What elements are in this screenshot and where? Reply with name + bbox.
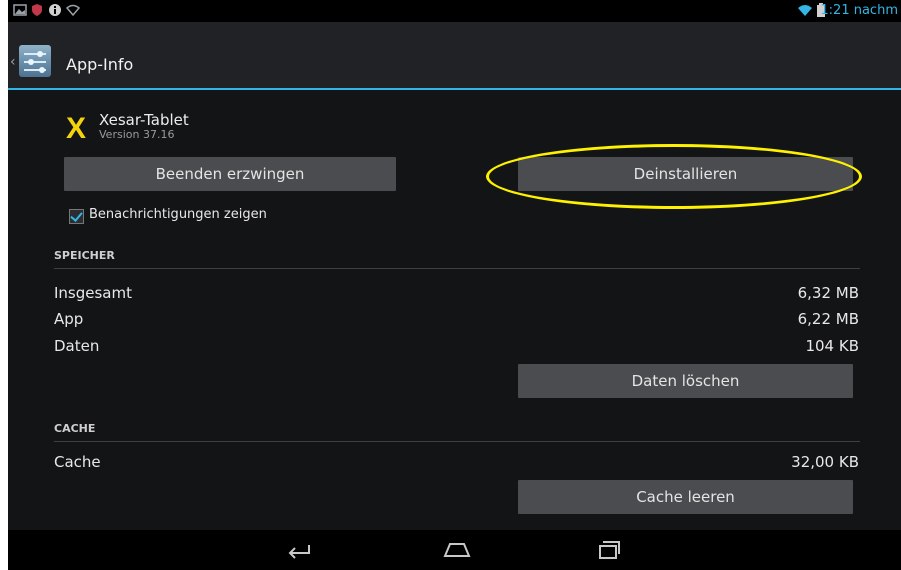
app-icon: X	[66, 112, 87, 145]
info-notification-icon	[49, 4, 61, 16]
status-bar: 1:21 nachm	[8, 0, 901, 22]
storage-app-label: App	[54, 310, 84, 328]
back-nav-icon[interactable]	[287, 541, 313, 559]
back-chevron-icon[interactable]: ‹	[10, 54, 16, 70]
clear-data-button[interactable]: Daten löschen	[518, 364, 853, 398]
wifi-signal-icon	[798, 5, 812, 16]
storage-app-value: 6,22 MB	[797, 310, 859, 328]
action-bar: ‹ App-Info	[8, 22, 901, 90]
notifications-label: Benachrichtigungen zeigen	[89, 207, 267, 222]
storage-section-header: SPEICHER	[54, 249, 115, 262]
cache-value: 32,00 KB	[791, 453, 859, 471]
recent-apps-nav-icon[interactable]	[596, 539, 622, 561]
storage-divider	[54, 268, 860, 269]
force-stop-button[interactable]: Beenden erzwingen	[64, 157, 396, 191]
cache-section-header: CACHE	[54, 422, 96, 435]
app-name: Xesar-Tablet	[99, 111, 189, 129]
android-screen: 1:21 nachm ‹ App-Info X Xesar-Tablet Ver…	[8, 0, 901, 570]
wifi-question-icon	[66, 4, 80, 17]
settings-sliders-icon[interactable]	[19, 45, 51, 77]
clear-cache-button[interactable]: Cache leeren	[518, 480, 853, 514]
storage-total-label: Insgesamt	[54, 284, 132, 302]
notifications-checkbox[interactable]	[69, 209, 84, 224]
cache-divider	[54, 441, 860, 442]
cache-label: Cache	[54, 453, 101, 471]
app-version: Version 37.16	[99, 128, 175, 141]
storage-total-value: 6,32 MB	[797, 284, 859, 302]
storage-data-value: 104 KB	[805, 337, 859, 355]
home-nav-icon[interactable]	[442, 541, 472, 559]
navigation-bar	[8, 530, 901, 570]
status-time: 1:21 nachm	[820, 3, 898, 18]
highlight-ellipse	[486, 144, 862, 209]
storage-data-label: Daten	[54, 337, 100, 355]
gallery-notification-icon	[13, 4, 27, 16]
shield-notification-icon	[32, 4, 42, 16]
page-title: App-Info	[66, 55, 134, 74]
